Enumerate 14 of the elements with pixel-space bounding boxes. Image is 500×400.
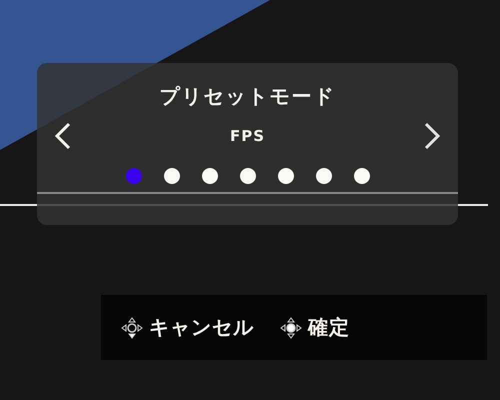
hint-label: キャンセル bbox=[149, 314, 254, 341]
page-dot[interactable] bbox=[278, 168, 294, 184]
dpad-icon bbox=[280, 316, 302, 338]
page-dot[interactable] bbox=[164, 168, 180, 184]
hint-label: 確定 bbox=[308, 314, 350, 341]
page-dot[interactable] bbox=[316, 168, 332, 184]
panel-title: プリセットモード bbox=[160, 83, 336, 110]
dpad-icon bbox=[121, 316, 143, 338]
page-dot[interactable] bbox=[354, 168, 370, 184]
chevron-left-icon[interactable] bbox=[53, 122, 73, 150]
page-dot[interactable] bbox=[202, 168, 218, 184]
page-dot[interactable] bbox=[240, 168, 256, 184]
preset-value: FPS bbox=[230, 127, 266, 145]
page-dot[interactable] bbox=[126, 168, 142, 184]
